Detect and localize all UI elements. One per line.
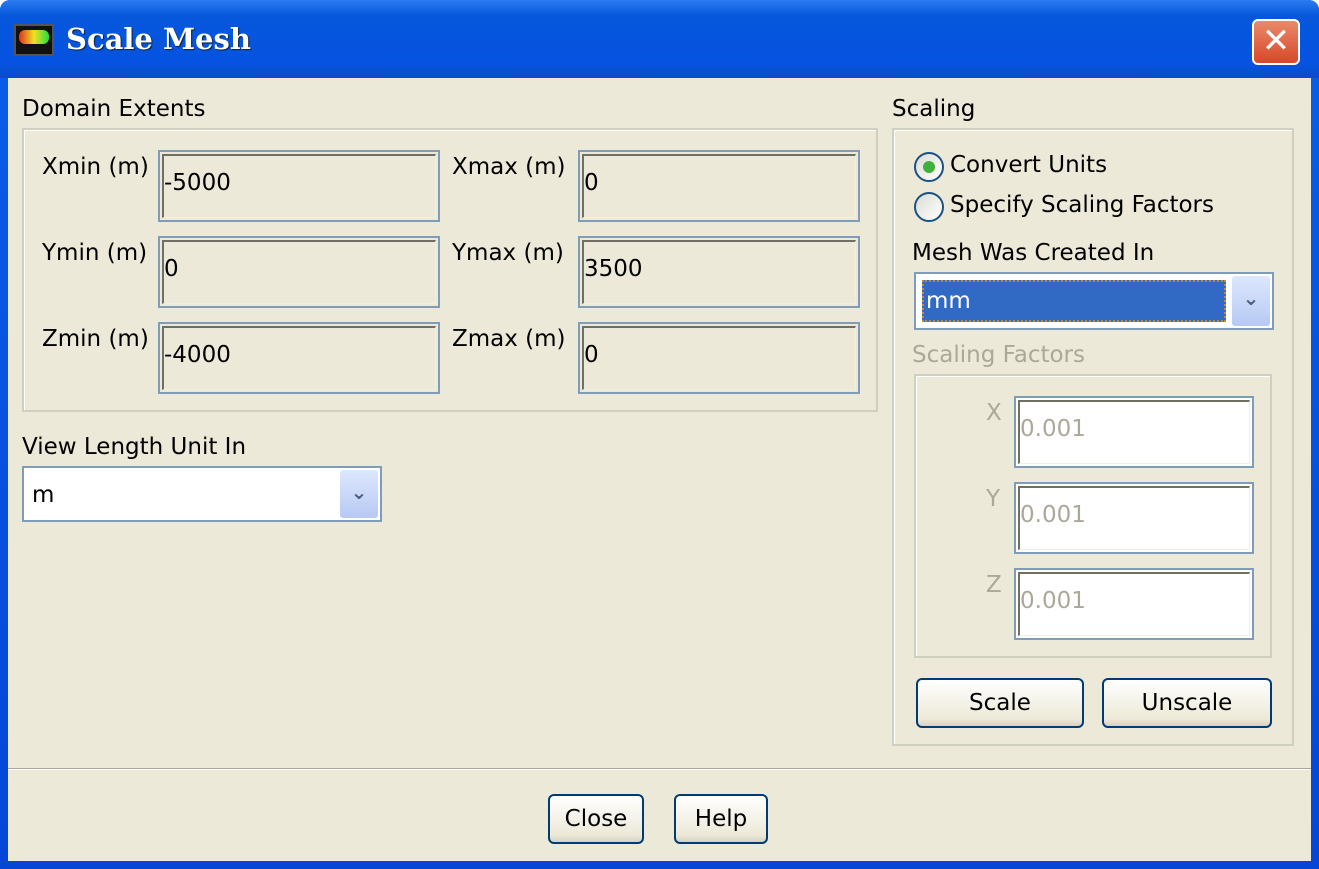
scaling-factors-group: X 0.001 Y 0.001 Z 0.001 [914,374,1272,658]
view-length-label: View Length Unit In [22,434,247,460]
dialog-window: Scale Mesh ✕ Domain Extents Xmin (m) -50… [0,0,1319,869]
factor-z-field[interactable]: 0.001 [1014,568,1254,640]
zmax-label: Zmax (m) [452,326,566,352]
dialog-body: Domain Extents Xmin (m) -5000 Xmax (m) 0… [8,78,1311,861]
specify-factors-radio[interactable] [914,192,944,222]
xmin-field[interactable]: -5000 [158,150,440,222]
zmax-value: 0 [584,342,599,368]
view-length-value: m [32,482,55,508]
convert-units-radio[interactable] [914,152,944,182]
help-button[interactable]: Help [674,794,768,844]
factor-y-field[interactable]: 0.001 [1014,482,1254,554]
app-icon [14,24,54,56]
zmax-field[interactable]: 0 [578,322,860,394]
ymax-label: Ymax (m) [452,240,564,266]
chevron-down-icon[interactable]: ⌄ [1232,276,1270,326]
factor-z-value: 0.001 [1020,588,1086,614]
specify-factors-label: Specify Scaling Factors [950,192,1214,218]
xmax-value: 0 [584,170,599,196]
footer-divider [8,768,1311,770]
zmin-field[interactable]: -4000 [158,322,440,394]
close-window-button[interactable]: ✕ [1252,19,1300,65]
chevron-down-icon[interactable]: ⌄ [340,470,378,518]
unscale-button[interactable]: Unscale [1102,678,1272,728]
mesh-created-label: Mesh Was Created In [912,240,1155,266]
ymin-field[interactable]: 0 [158,236,440,308]
ymax-value: 3500 [584,256,643,282]
convert-units-label: Convert Units [950,152,1108,178]
scaling-group: Convert Units Specify Scaling Factors Me… [892,128,1294,746]
title-bar[interactable]: Scale Mesh ✕ [0,0,1319,78]
window-title: Scale Mesh [66,22,251,56]
xmin-value: -5000 [164,170,231,196]
ymin-value: 0 [164,256,179,282]
scaling-label: Scaling [892,96,976,122]
zmin-label: Zmin (m) [42,326,149,352]
factor-x-field[interactable]: 0.001 [1014,396,1254,468]
mesh-created-dropdown[interactable]: mm ⌄ [914,272,1274,330]
domain-extents-label: Domain Extents [22,96,206,122]
factor-x-label: X [986,400,1002,426]
factor-z-label: Z [986,572,1002,598]
xmax-field[interactable]: 0 [578,150,860,222]
xmax-label: Xmax (m) [452,154,566,180]
factor-y-value: 0.001 [1020,502,1086,528]
factor-y-label: Y [986,486,1001,512]
domain-extents-group: Xmin (m) -5000 Xmax (m) 0 Ymin (m) 0 Yma… [22,128,878,412]
factor-x-value: 0.001 [1020,416,1086,442]
view-length-dropdown[interactable]: m ⌄ [22,466,382,522]
ymin-label: Ymin (m) [42,240,148,266]
scaling-factors-label: Scaling Factors [912,342,1085,368]
close-button[interactable]: Close [548,794,644,844]
zmin-value: -4000 [164,342,231,368]
scale-button[interactable]: Scale [916,678,1084,728]
ymax-field[interactable]: 3500 [578,236,860,308]
xmin-label: Xmin (m) [42,154,149,180]
mesh-created-value: mm [922,280,1226,322]
